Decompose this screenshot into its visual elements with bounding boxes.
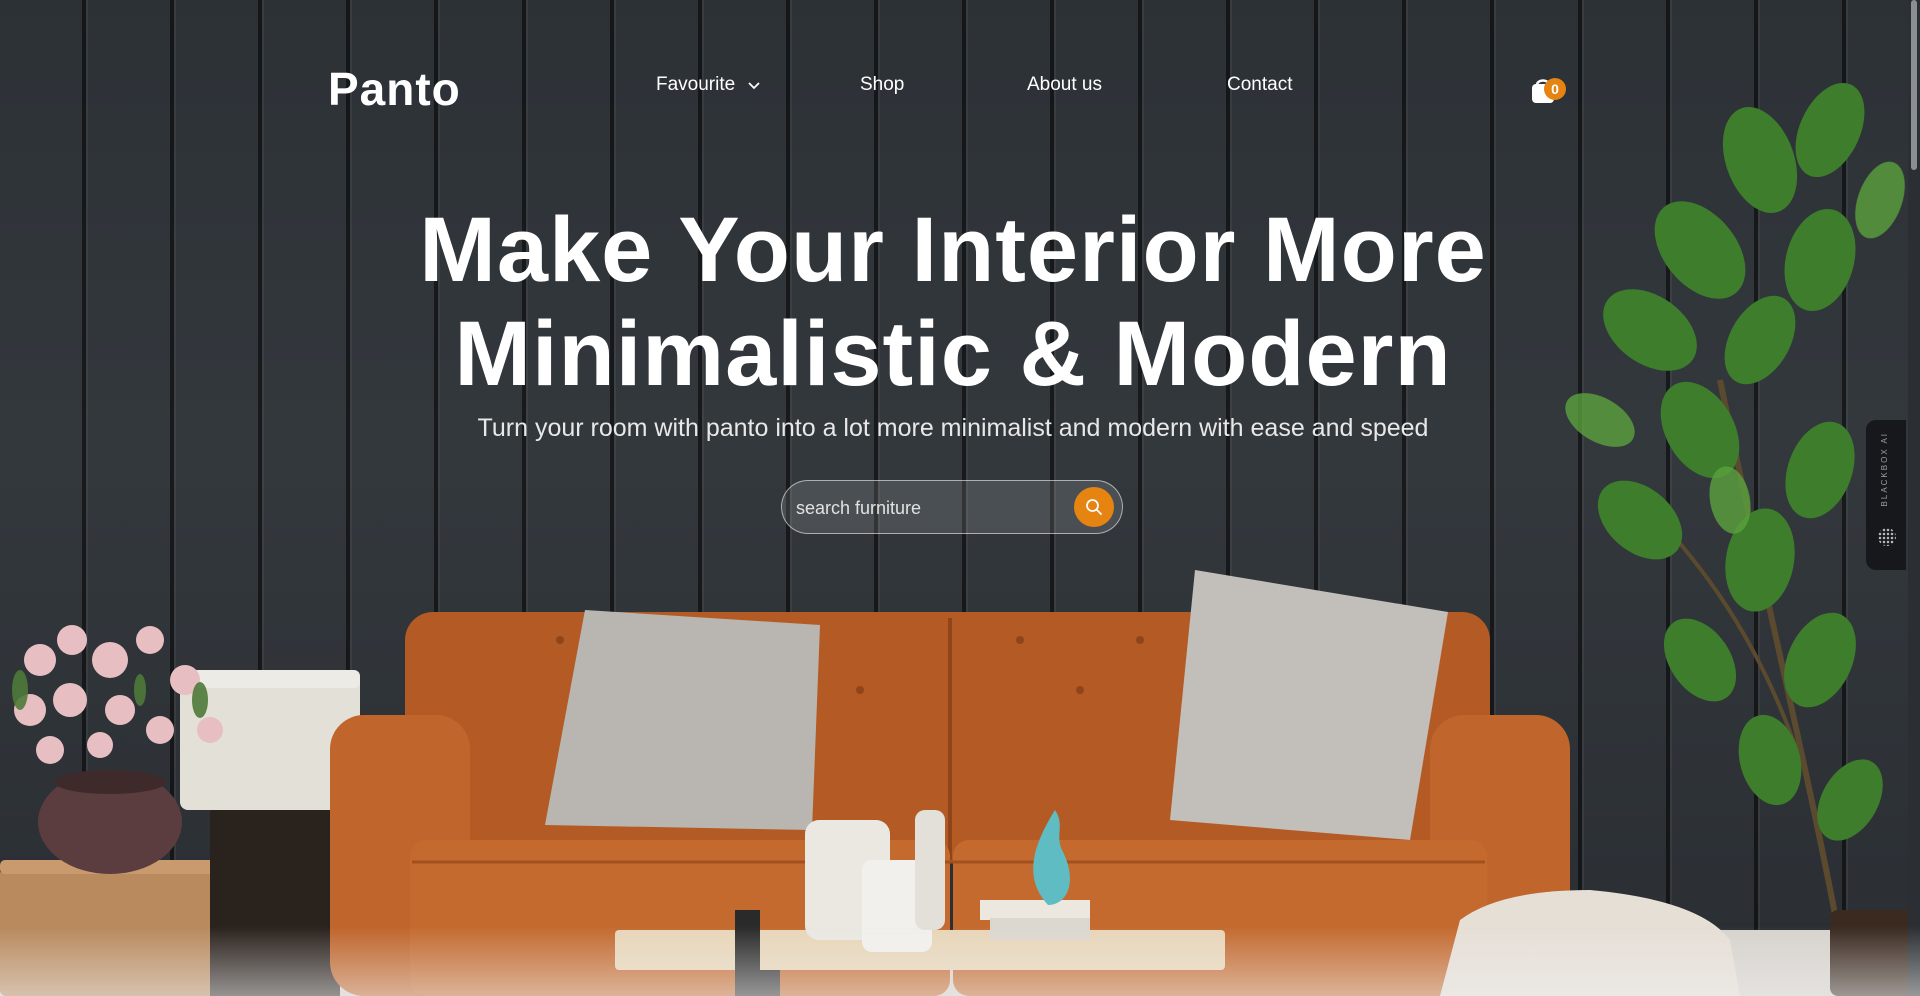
cart-count-badge: 0 — [1544, 78, 1566, 100]
nav-item-contact[interactable]: Contact — [1227, 74, 1292, 96]
grey-pillow-right — [1170, 570, 1448, 840]
grey-pillow-left — [545, 610, 820, 830]
hero-title: Make Your Interior More Minimalistic & M… — [0, 198, 1906, 406]
chevron-down-icon — [748, 82, 761, 90]
wood-side-table — [0, 868, 235, 996]
nav-item-label: Favourite — [656, 74, 736, 95]
dark-side-cabinet — [210, 800, 340, 996]
nav-item-about-us[interactable]: About us — [1027, 74, 1102, 96]
nav-item-shop[interactable]: Shop — [860, 74, 904, 96]
search-icon — [1086, 499, 1102, 515]
hero-title-line-1: Make Your Interior More — [419, 199, 1487, 301]
nav-item-favourite[interactable]: Favourite — [656, 74, 761, 96]
side-assistant-widget[interactable]: BLACKBOX AI — [1866, 420, 1906, 570]
scrollbar-thumb[interactable] — [1911, 0, 1917, 170]
hero-title-line-2: Minimalistic & Modern — [454, 303, 1452, 405]
dots-icon — [1878, 528, 1896, 546]
page-scrollbar[interactable] — [1908, 0, 1920, 996]
bottle-vase — [915, 810, 945, 930]
books — [980, 900, 1090, 920]
side-widget-label: BLACKBOX AI — [1880, 432, 1889, 507]
brand-logo[interactable]: Panto — [328, 62, 461, 116]
search-bar — [781, 480, 1123, 534]
hero-section: Panto Favourite Shop About us Contact 0 … — [0, 0, 1920, 996]
cart-button[interactable]: 0 — [1530, 74, 1566, 106]
hero-subtitle: Turn your room with panto into a lot mor… — [477, 414, 1429, 442]
search-button[interactable] — [1074, 487, 1114, 527]
search-input[interactable] — [794, 491, 1058, 525]
